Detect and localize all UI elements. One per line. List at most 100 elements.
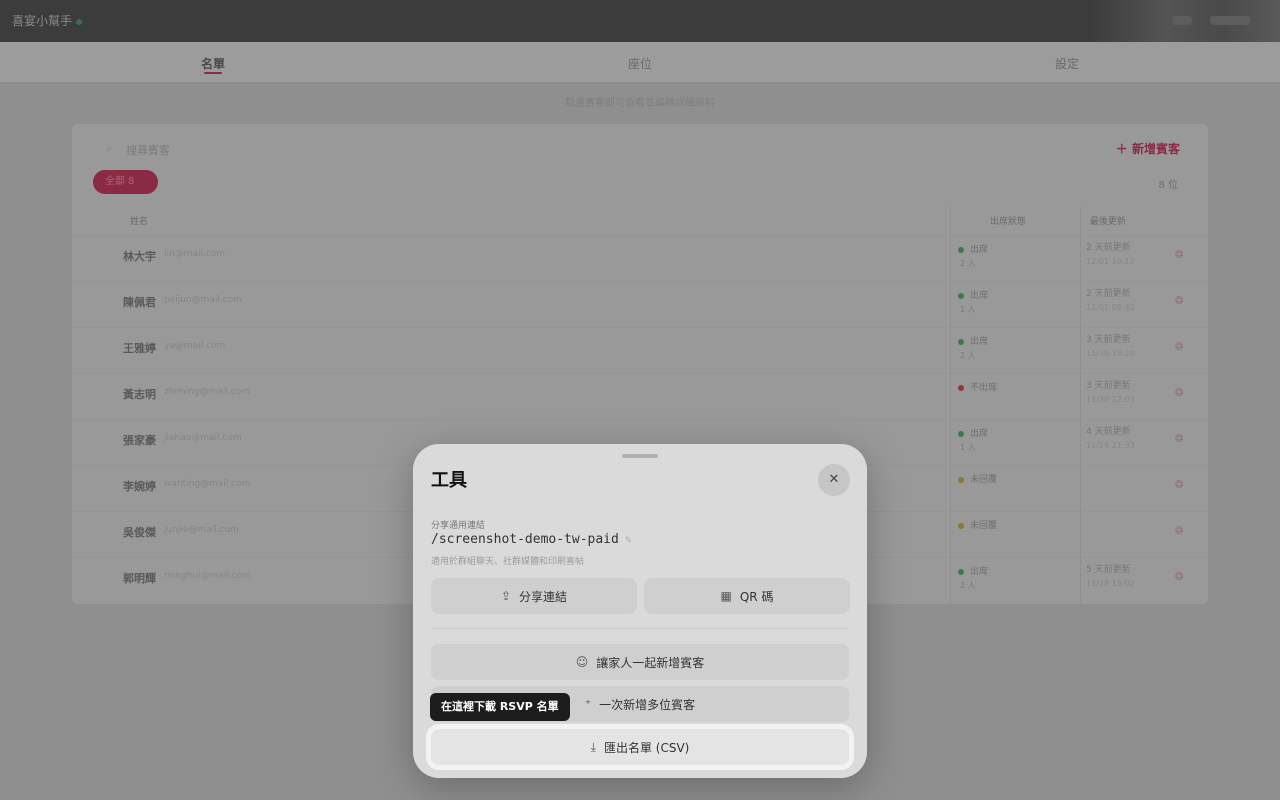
updated-relative: 2 天前更新 (1086, 243, 1131, 253)
guest-name: 郭明輝 (123, 572, 156, 585)
top-bar-action[interactable] (1172, 16, 1192, 25)
status-badge: 出席 (958, 242, 988, 255)
updated-time: 3 天前更新 11/30 18:20 (1086, 334, 1135, 360)
status-label: 出席 (970, 567, 989, 577)
guest-email: jiahao@mail.com (164, 433, 242, 443)
share-link-row: /screenshot-demo-tw-paid ✎ (431, 532, 631, 547)
page-hint: 點選賓客即可查看並編輯詳細資料 (565, 98, 715, 109)
status-dot-icon (958, 476, 964, 483)
share-link-button-label: 分享連結 (519, 589, 568, 604)
party-size: 2 人 (960, 259, 976, 268)
export-csv-button[interactable]: ⤓ 匯出名單 (CSV) (431, 729, 849, 765)
status-dot-icon (958, 292, 964, 299)
updated-absolute: 11/30 18:20 (1086, 349, 1135, 358)
tools-sheet: 工具 ✕ 分享通用連結 /screenshot-demo-tw-paid ✎ 適用… (413, 444, 867, 778)
status-dot-icon (958, 384, 964, 391)
filter-chip-all[interactable]: 全部 8 (93, 170, 158, 194)
status-badge: 未回覆 (958, 472, 997, 485)
tab-list[interactable]: 名單 (201, 55, 225, 72)
updated-relative: 5 天前更新 (1086, 565, 1131, 575)
status-badge: 出席 (958, 564, 988, 577)
table-row[interactable]: 陳佩君 peijun@mail.com 出席 1 人 2 天前更新 12/01 09:40… (72, 281, 1208, 328)
updated-absolute: 11/30 12:05 (1086, 395, 1135, 404)
party-size: 2 人 (960, 581, 976, 590)
status-label: 未回覆 (970, 521, 998, 531)
status-dot-icon (958, 338, 964, 345)
brand-dot-icon (76, 18, 83, 25)
main-tabs: 名單 座位 設定 (0, 42, 1280, 83)
table-row[interactable]: 黃志明 zhiming@mail.com 不出席 3 天前更新 11/30 12:05 ♲ (72, 373, 1208, 420)
delete-icon[interactable]: ♲ (1174, 340, 1184, 353)
share-link-description: 適用於群組聊天、社群媒體和印刷喜帖 (431, 557, 585, 567)
status-label: 出席 (970, 337, 989, 347)
qr-code-button[interactable]: ▦ QR 碼 (644, 578, 850, 614)
qr-code-icon: ▦ (720, 589, 732, 603)
guest-email: lin@mail.com (164, 249, 226, 259)
add-guest-label: 新增賓客 (1131, 142, 1180, 156)
add-guest-button[interactable]: ＋ 新增賓客 (1116, 140, 1180, 157)
updated-absolute: 12/01 10:12 (1086, 257, 1135, 266)
qr-code-button-label: QR 碼 (739, 589, 774, 604)
guest-email: zhiming@mail.com (164, 387, 250, 397)
status-badge: 不出席 (958, 380, 997, 393)
guest-count: 8 位 (1158, 180, 1178, 191)
download-icon: ⤓ (590, 739, 596, 754)
delete-icon[interactable]: ♲ (1174, 478, 1184, 491)
top-bar: 喜宴小幫手 (0, 0, 1280, 42)
delete-icon[interactable]: ♲ (1174, 386, 1184, 399)
sheet-grab-handle[interactable] (622, 454, 658, 458)
family-icon: ☺ (575, 655, 589, 669)
guest-name: 陳佩君 (123, 296, 156, 309)
party-size: 2 人 (960, 351, 976, 360)
header-status: 出席狀態 (990, 217, 1027, 227)
guest-name: 吳俊傑 (123, 526, 156, 539)
close-button[interactable]: ✕ (818, 464, 850, 496)
updated-time: 3 天前更新 11/30 12:05 (1086, 380, 1135, 406)
status-label: 出席 (970, 429, 989, 439)
top-bar-account[interactable] (1210, 16, 1250, 25)
updated-absolute: 11/29 21:33 (1086, 441, 1135, 450)
status-dot-icon (958, 430, 964, 437)
brand-name: 喜宴小幫手 (12, 14, 73, 28)
family-add-guests-label: 讓家人一起新增賓客 (596, 655, 705, 670)
status-label: 不出席 (970, 383, 998, 393)
tab-settings[interactable]: 設定 (1055, 55, 1079, 72)
updated-absolute: 12/01 09:40 (1086, 303, 1135, 312)
updated-relative: 4 天前更新 (1086, 427, 1131, 437)
table-row[interactable]: 林大宇 lin@mail.com 出席 2 人 2 天前更新 12/01 10:12 ♲ (72, 235, 1208, 282)
guest-email: wanting@mail.com (164, 479, 251, 489)
edit-link-icon[interactable]: ✎ (625, 533, 632, 546)
search-icon: ⌕ (106, 142, 113, 155)
search-input[interactable]: 搜尋賓客 (126, 142, 170, 158)
bulk-add-guests-label: 一次新增多位賓客 (599, 697, 696, 712)
delete-icon[interactable]: ♲ (1174, 432, 1184, 445)
delete-icon[interactable]: ♲ (1174, 248, 1184, 261)
share-icon: ⇪ (500, 589, 512, 603)
updated-time: 2 天前更新 12/01 10:12 (1086, 242, 1135, 268)
brand-logo: 喜宴小幫手 (12, 12, 83, 29)
updated-time: 4 天前更新 11/29 21:33 (1086, 426, 1135, 452)
guest-email: ya@mail.com (164, 341, 226, 351)
table-row[interactable]: 王雅婷 ya@mail.com 出席 2 人 3 天前更新 11/30 18:20 ♲ (72, 327, 1208, 374)
guest-name: 李婉婷 (123, 480, 156, 493)
export-csv-label: 匯出名單 (CSV) (603, 740, 690, 755)
updated-absolute: 11/28 15:02 (1086, 579, 1135, 588)
delete-icon[interactable]: ♲ (1174, 294, 1184, 307)
status-dot-icon (958, 568, 964, 575)
guest-name: 林大宇 (123, 250, 156, 263)
guest-email: junjie@mail.com (164, 525, 239, 535)
header-updated: 最後更新 (1090, 217, 1127, 227)
delete-icon[interactable]: ♲ (1174, 570, 1184, 583)
updated-relative: 3 天前更新 (1086, 335, 1131, 345)
guest-name: 王雅婷 (123, 342, 156, 355)
delete-icon[interactable]: ♲ (1174, 524, 1184, 537)
share-link-button[interactable]: ⇪ 分享連結 (431, 578, 637, 614)
add-user-icon: ⁺ (584, 697, 592, 711)
guest-email: peijun@mail.com (164, 295, 243, 305)
status-label: 出席 (970, 291, 989, 301)
tab-seating[interactable]: 座位 (628, 55, 652, 72)
share-link-value: /screenshot-demo-tw-paid (431, 532, 619, 547)
party-size: 1 人 (960, 305, 976, 314)
family-add-guests-button[interactable]: ☺ 讓家人一起新增賓客 (431, 644, 849, 680)
export-tooltip: 在這裡下載 RSVP 名單 (430, 693, 570, 721)
